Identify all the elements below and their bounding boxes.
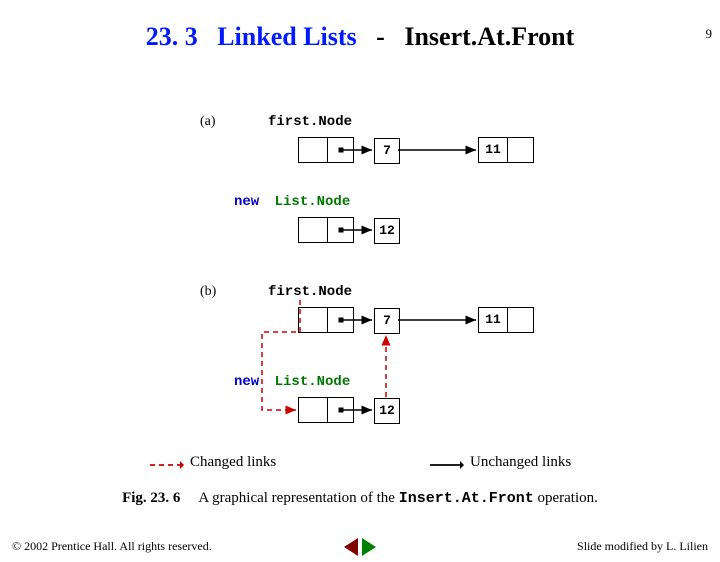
legend-changed-swatch bbox=[150, 458, 184, 468]
listnode-type: List.Node bbox=[275, 194, 351, 210]
state-b-node-11: 11 bbox=[478, 307, 534, 333]
state-a-first-label: first.Node bbox=[268, 114, 352, 130]
state-a-node-11-value: 11 bbox=[479, 138, 507, 162]
state-b-tag: (b) bbox=[200, 284, 216, 300]
copyright-footer: © 2002 Prentice Hall. All rights reserve… bbox=[12, 539, 212, 554]
state-a-node-11: 11 bbox=[478, 137, 534, 163]
modified-by-footer: Slide modified by L. Lilien bbox=[577, 539, 708, 554]
state-b-new-label: new List.Node bbox=[234, 374, 350, 390]
caption-text-before: A graphical representation of the bbox=[198, 490, 398, 506]
legend-changed-label: Changed links bbox=[190, 454, 276, 471]
state-a-node-12-value: 12 bbox=[374, 218, 400, 244]
legend-changed: Changed links bbox=[150, 454, 276, 471]
caption-text-after: operation. bbox=[538, 490, 598, 506]
caption-code: Insert.At.Front bbox=[399, 490, 534, 507]
next-slide-button[interactable] bbox=[362, 538, 376, 556]
state-a-node-7 bbox=[298, 137, 354, 163]
state-b-node-11-value: 11 bbox=[479, 308, 507, 332]
state-a-new-label: new List.Node bbox=[234, 194, 350, 210]
link-arrows bbox=[0, 22, 720, 562]
new-keyword-b: new bbox=[234, 374, 259, 390]
figure-caption: Fig. 23. 6 A graphical representation of… bbox=[0, 490, 720, 507]
state-a-node-7-value: 7 bbox=[374, 138, 400, 164]
diagram-stage: (a) first.Node 7 11 new List.Node 12 (b)… bbox=[0, 22, 720, 562]
state-b-first-label: first.Node bbox=[268, 284, 352, 300]
legend-unchanged-label: Unchanged links bbox=[470, 454, 571, 471]
state-b-node-7-value: 7 bbox=[374, 308, 400, 334]
state-a-tag: (a) bbox=[200, 114, 216, 130]
state-a-node-12 bbox=[298, 217, 354, 243]
new-keyword: new bbox=[234, 194, 259, 210]
state-b-node-12 bbox=[298, 397, 354, 423]
prev-slide-button[interactable] bbox=[344, 538, 358, 556]
state-b-node-12-value: 12 bbox=[374, 398, 400, 424]
state-b-node-7 bbox=[298, 307, 354, 333]
listnode-type-b: List.Node bbox=[275, 374, 351, 390]
slide-nav bbox=[344, 538, 376, 556]
legend-unchanged-swatch bbox=[430, 458, 464, 468]
legend-unchanged: Unchanged links bbox=[430, 454, 571, 471]
figure-number: Fig. 23. 6 bbox=[122, 490, 180, 506]
